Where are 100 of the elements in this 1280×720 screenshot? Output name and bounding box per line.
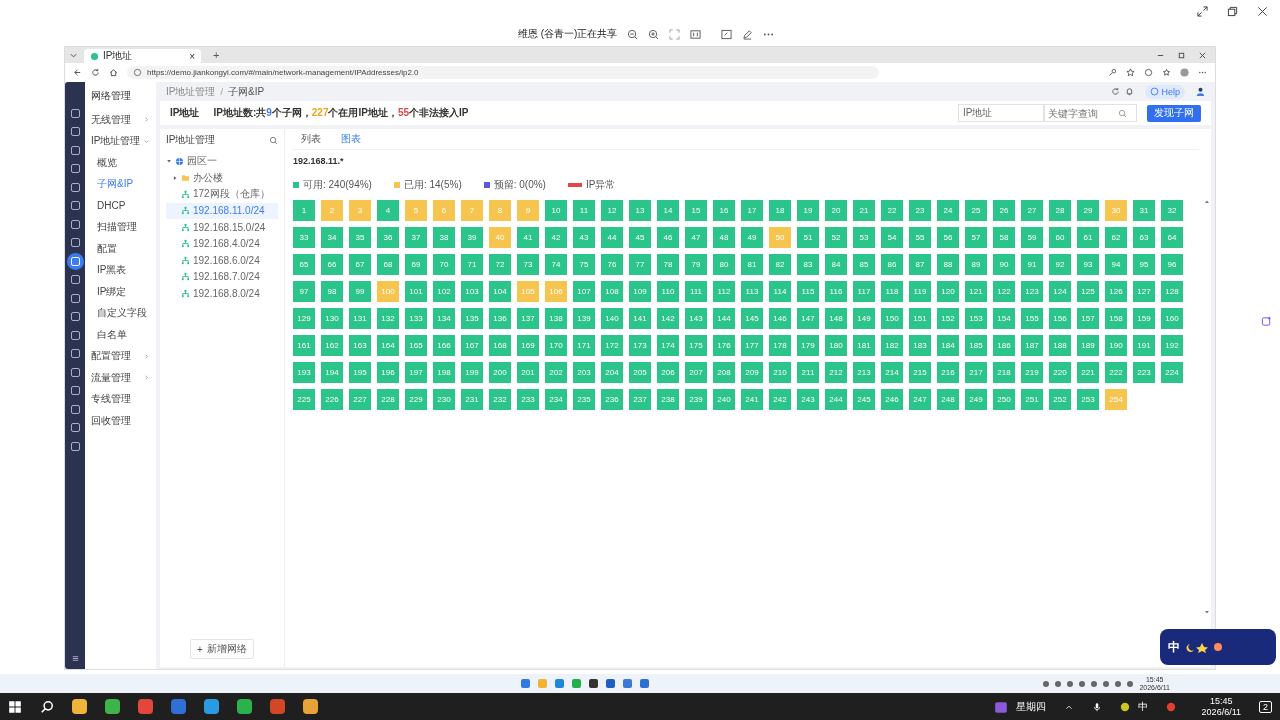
ip-cell[interactable]: 219 xyxy=(1021,362,1043,383)
ip-cell[interactable]: 210 xyxy=(769,362,791,383)
ip-cell[interactable]: 145 xyxy=(741,308,763,329)
ip-cell[interactable]: 247 xyxy=(909,389,931,410)
ip-cell[interactable]: 172 xyxy=(601,335,623,356)
ip-cell[interactable]: 230 xyxy=(433,389,455,410)
ip-cell[interactable]: 147 xyxy=(797,308,819,329)
ip-cell[interactable]: 241 xyxy=(741,389,763,410)
ip-cell[interactable]: 18 xyxy=(769,200,791,221)
ip-cell[interactable]: 186 xyxy=(993,335,1015,356)
ip-cell[interactable]: 116 xyxy=(825,281,847,302)
ip-cell[interactable]: 15 xyxy=(685,200,707,221)
ip-cell[interactable]: 68 xyxy=(377,254,399,275)
ip-cell[interactable]: 95 xyxy=(1133,254,1155,275)
ip-cell[interactable]: 196 xyxy=(377,362,399,383)
ip-cell[interactable]: 213 xyxy=(853,362,875,383)
ip-cell[interactable]: 229 xyxy=(405,389,427,410)
ip-cell[interactable]: 171 xyxy=(573,335,595,356)
ip-cell[interactable]: 72 xyxy=(489,254,511,275)
ip-cell[interactable]: 217 xyxy=(965,362,987,383)
pen-icon[interactable] xyxy=(742,28,754,40)
ip-cell[interactable]: 144 xyxy=(713,308,735,329)
ip-cell[interactable]: 214 xyxy=(881,362,903,383)
caret-icon[interactable] xyxy=(166,158,172,165)
ip-cell[interactable]: 42 xyxy=(545,227,567,248)
ip-cell[interactable]: 30 xyxy=(1105,200,1127,221)
ip-cell[interactable]: 192 xyxy=(1161,335,1183,356)
menu-item[interactable]: 配置 xyxy=(85,238,156,260)
ip-cell[interactable]: 99 xyxy=(349,281,371,302)
ip-cell[interactable]: 100 xyxy=(377,281,399,302)
ip-cell[interactable]: 2 xyxy=(321,200,343,221)
add-network-button[interactable]: + 新增网络 xyxy=(190,639,254,659)
actual-size-icon[interactable] xyxy=(690,28,702,40)
ip-cell[interactable]: 251 xyxy=(1021,389,1043,410)
ip-cell[interactable]: 40 xyxy=(489,227,511,248)
ip-cell[interactable]: 53 xyxy=(853,227,875,248)
ip-cell[interactable]: 92 xyxy=(1049,254,1071,275)
ip-cell[interactable]: 244 xyxy=(825,389,847,410)
menu-item[interactable]: 扫描管理 xyxy=(85,216,156,238)
tray-icon[interactable] xyxy=(1119,701,1130,712)
tab-close-button[interactable]: × xyxy=(189,50,195,62)
ip-cell[interactable]: 60 xyxy=(1049,227,1071,248)
ip-cell[interactable]: 139 xyxy=(573,308,595,329)
ip-cell[interactable]: 175 xyxy=(685,335,707,356)
ip-cell[interactable]: 212 xyxy=(825,362,847,383)
ip-cell[interactable]: 34 xyxy=(321,227,343,248)
ip-cell[interactable]: 250 xyxy=(993,389,1015,410)
ip-cell[interactable]: 228 xyxy=(377,389,399,410)
favorites-icon[interactable] xyxy=(1162,68,1171,77)
ip-cell[interactable]: 124 xyxy=(1049,281,1071,302)
ip-cell[interactable]: 166 xyxy=(433,335,455,356)
refresh-icon[interactable] xyxy=(91,68,100,77)
ip-cell[interactable]: 22 xyxy=(881,200,903,221)
ip-cell[interactable]: 143 xyxy=(685,308,707,329)
ip-cell[interactable]: 25 xyxy=(965,200,987,221)
ip-cell[interactable]: 115 xyxy=(797,281,819,302)
tray-icon[interactable] xyxy=(1165,701,1176,712)
ip-cell[interactable]: 240 xyxy=(713,389,735,410)
ip-cell[interactable]: 174 xyxy=(657,335,679,356)
ip-cell[interactable]: 216 xyxy=(937,362,959,383)
ip-cell[interactable]: 77 xyxy=(629,254,651,275)
input-method-widget[interactable]: 中 xyxy=(1160,629,1276,665)
ip-cell[interactable]: 198 xyxy=(433,362,455,383)
ip-cell[interactable]: 226 xyxy=(321,389,343,410)
ip-cell[interactable]: 195 xyxy=(349,362,371,383)
ip-cell[interactable]: 4 xyxy=(377,200,399,221)
app-icon[interactable] xyxy=(105,699,120,714)
ip-cell[interactable]: 138 xyxy=(545,308,567,329)
user-avatar-icon[interactable] xyxy=(1196,87,1205,96)
tree-node[interactable]: 172网段（仓库） xyxy=(166,186,278,203)
ip-cell[interactable]: 61 xyxy=(1077,227,1099,248)
close-icon[interactable] xyxy=(1198,50,1207,60)
ip-cell[interactable]: 209 xyxy=(741,362,763,383)
app-icon[interactable] xyxy=(204,699,219,714)
ip-cell[interactable]: 11 xyxy=(573,200,595,221)
ip-cell[interactable]: 200 xyxy=(489,362,511,383)
ip-cell[interactable]: 221 xyxy=(1077,362,1099,383)
ip-cell[interactable]: 155 xyxy=(1021,308,1043,329)
ip-cell[interactable]: 96 xyxy=(1161,254,1183,275)
ip-cell[interactable]: 108 xyxy=(601,281,623,302)
view-tab[interactable]: 图表 xyxy=(333,129,369,149)
ip-cell[interactable]: 134 xyxy=(433,308,455,329)
ip-cell[interactable]: 231 xyxy=(461,389,483,410)
ip-cell[interactable]: 193 xyxy=(293,362,315,383)
ip-cell[interactable]: 19 xyxy=(797,200,819,221)
menu-item[interactable]: IP绑定 xyxy=(85,281,156,303)
ip-cell[interactable]: 170 xyxy=(545,335,567,356)
menu-item[interactable]: 子网&IP xyxy=(85,173,156,195)
ip-cell[interactable]: 169 xyxy=(517,335,539,356)
ip-cell[interactable]: 236 xyxy=(601,389,623,410)
ip-cell[interactable]: 142 xyxy=(657,308,679,329)
ip-cell[interactable]: 153 xyxy=(965,308,987,329)
ip-cell[interactable]: 80 xyxy=(713,254,735,275)
ip-cell[interactable]: 73 xyxy=(517,254,539,275)
ip-cell[interactable]: 254 xyxy=(1105,389,1127,410)
ip-cell[interactable]: 74 xyxy=(545,254,567,275)
ip-cell[interactable]: 150 xyxy=(881,308,903,329)
ip-cell[interactable]: 109 xyxy=(629,281,651,302)
ip-cell[interactable]: 154 xyxy=(993,308,1015,329)
ip-cell[interactable]: 218 xyxy=(993,362,1015,383)
